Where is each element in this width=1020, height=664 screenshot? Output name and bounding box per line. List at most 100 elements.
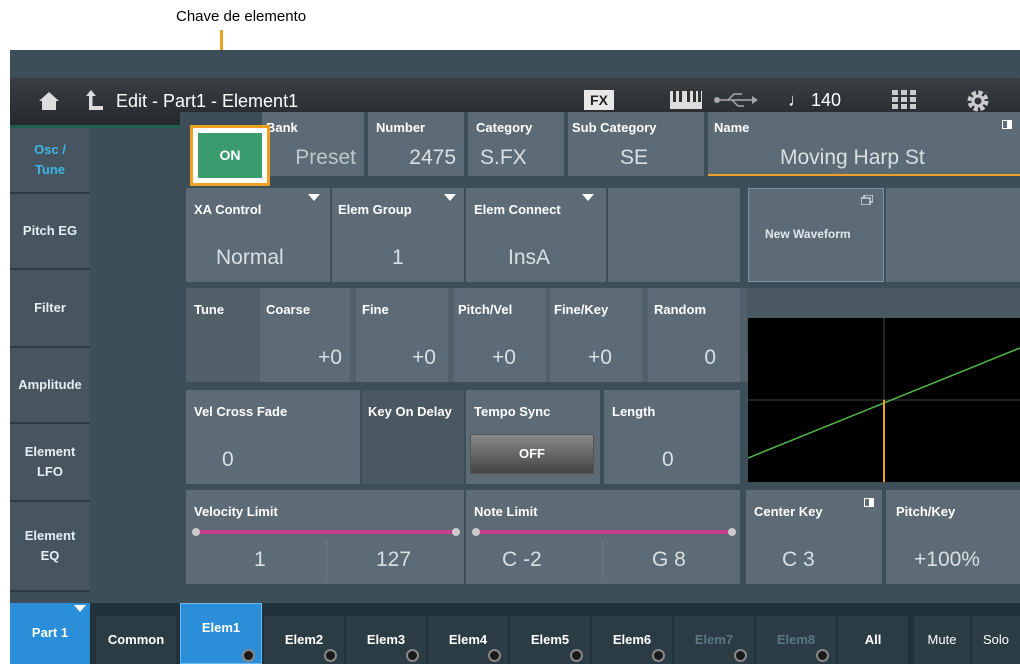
pitch-vel-cell[interactable]: Pitch/Vel +0 bbox=[454, 288, 546, 382]
back-arrow-icon[interactable] bbox=[84, 89, 104, 111]
header-title: Edit - Part1 - Element1 bbox=[116, 91, 299, 111]
element-switch-highlight: ON bbox=[190, 125, 270, 186]
element-switch-on-button[interactable]: ON bbox=[196, 131, 264, 180]
dropdown-icon bbox=[74, 605, 86, 612]
dropdown-icon bbox=[308, 194, 320, 201]
xa-control-cell[interactable]: XA Control Normal bbox=[186, 188, 330, 282]
fine-label: Fine bbox=[362, 302, 389, 317]
key-on-delay-label: Key On Delay bbox=[368, 404, 452, 419]
center-key-cell[interactable]: Center Key C 3 bbox=[746, 490, 882, 584]
pitch-key-value: +100% bbox=[914, 548, 980, 571]
tab-amplitude[interactable]: Amplitude bbox=[10, 348, 90, 424]
fine-key-cell[interactable]: Fine/Key +0 bbox=[550, 288, 642, 382]
name-cell[interactable]: Name Moving Harp St bbox=[708, 112, 1020, 176]
solo-label: Solo bbox=[982, 632, 1010, 647]
name-label: Name bbox=[714, 120, 750, 135]
vel-cross-fade-label: Vel Cross Fade bbox=[194, 404, 288, 419]
tab-pitch-eg[interactable]: Pitch EG bbox=[10, 194, 90, 270]
center-key-label: Center Key bbox=[754, 504, 823, 519]
note-range-bar[interactable] bbox=[474, 530, 732, 534]
tab-elem5-label: Elem5 bbox=[530, 632, 570, 647]
xa-control-label: XA Control bbox=[194, 202, 262, 217]
mute-button[interactable]: Mute bbox=[914, 616, 970, 664]
element-led bbox=[488, 649, 501, 662]
fx-indicator[interactable]: FX bbox=[584, 90, 614, 110]
velocity-high-value[interactable]: 127 bbox=[376, 548, 411, 572]
tab-all[interactable]: All bbox=[838, 616, 908, 664]
note-low-value[interactable]: C -2 bbox=[502, 548, 542, 572]
element-led bbox=[324, 649, 337, 662]
subcategory-cell[interactable]: Sub Category SE bbox=[568, 112, 704, 176]
grid-icon[interactable] bbox=[892, 90, 916, 110]
elem-group-label: Elem Group bbox=[338, 202, 412, 217]
keyboard-icon[interactable] bbox=[670, 91, 702, 109]
range-handle-high[interactable] bbox=[452, 528, 460, 536]
tab-elem2-label: Elem2 bbox=[284, 632, 324, 647]
length-cell[interactable]: Length 0 bbox=[604, 390, 740, 484]
tab-common-label: Common bbox=[107, 632, 165, 647]
tempo-sync-toggle[interactable]: OFF bbox=[470, 434, 594, 474]
key-on-delay-header: Key On Delay bbox=[362, 390, 464, 484]
random-value: 0 bbox=[704, 346, 716, 369]
category-value: S.FX bbox=[480, 146, 527, 169]
velocity-limit-cell[interactable]: Velocity Limit 1 127 bbox=[186, 490, 464, 584]
range-handle-low[interactable] bbox=[192, 528, 200, 536]
coarse-cell[interactable]: Coarse +0 bbox=[260, 288, 350, 382]
pitch-vel-label: Pitch/Vel bbox=[458, 302, 513, 317]
note-high-value[interactable]: G 8 bbox=[652, 548, 686, 572]
tab-osc-tune[interactable]: Osc / Tune bbox=[10, 128, 90, 194]
elem-connect-cell[interactable]: Elem Connect InsA bbox=[466, 188, 606, 282]
tab-elem4-label: Elem4 bbox=[448, 632, 488, 647]
number-label: Number bbox=[376, 120, 426, 135]
usb-icon bbox=[714, 93, 758, 107]
element-led bbox=[652, 649, 665, 662]
solo-button[interactable]: Solo bbox=[972, 616, 1020, 664]
tab-elem8-label: Elem8 bbox=[776, 632, 816, 647]
category-label: Category bbox=[476, 120, 533, 135]
part-selector[interactable]: Part 1 bbox=[10, 603, 90, 664]
velocity-range-bar[interactable] bbox=[194, 530, 456, 534]
divider bbox=[326, 542, 327, 580]
tempo-sync-label: Tempo Sync bbox=[474, 404, 551, 419]
number-cell[interactable]: Number 2475 bbox=[368, 112, 464, 176]
range-handle-high[interactable] bbox=[728, 528, 736, 536]
pitch-vel-value: +0 bbox=[492, 346, 516, 369]
random-label: Random bbox=[654, 302, 706, 317]
empty-cell bbox=[608, 188, 740, 282]
tab-all-label: All bbox=[864, 632, 882, 647]
tab-element-eq-label: Element EQ bbox=[24, 528, 76, 563]
gear-icon[interactable] bbox=[966, 89, 990, 113]
note-limit-cell[interactable]: Note Limit C -2 G 8 bbox=[466, 490, 740, 584]
elem-connect-label: Elem Connect bbox=[474, 202, 561, 217]
empty-cell-2 bbox=[886, 188, 1020, 282]
new-waveform-label: New Waveform bbox=[765, 227, 851, 241]
tab-elem3-label: Elem3 bbox=[366, 632, 406, 647]
tab-elem7-label: Elem7 bbox=[694, 632, 734, 647]
new-waveform-button[interactable]: New Waveform bbox=[748, 188, 884, 282]
home-icon[interactable] bbox=[38, 90, 60, 112]
subcategory-label: Sub Category bbox=[572, 120, 657, 135]
mute-label: Mute bbox=[927, 632, 957, 647]
tab-common[interactable]: Common bbox=[96, 616, 176, 664]
tempo-sync-cell[interactable]: Tempo Sync OFF bbox=[466, 390, 600, 484]
elem-group-cell[interactable]: Elem Group 1 bbox=[332, 188, 464, 282]
fine-cell[interactable]: Fine +0 bbox=[356, 288, 448, 382]
range-handle-low[interactable] bbox=[472, 528, 480, 536]
tab-filter[interactable]: Filter bbox=[10, 270, 90, 348]
keyboard-select-icon bbox=[864, 498, 874, 507]
tab-element-lfo[interactable]: Element LFO bbox=[10, 424, 90, 502]
keyboard-edit-icon bbox=[1002, 120, 1012, 129]
bank-cell[interactable]: Bank Preset bbox=[262, 112, 364, 176]
tab-element-eq[interactable]: Element EQ bbox=[10, 502, 90, 592]
tab-element-lfo-label: Element LFO bbox=[24, 444, 76, 479]
pitch-key-cell[interactable]: Pitch/Key +100% bbox=[886, 490, 1020, 584]
element-led bbox=[406, 649, 419, 662]
dropdown-icon bbox=[582, 194, 594, 201]
vel-cross-fade-cell[interactable]: Vel Cross Fade 0 bbox=[186, 390, 360, 484]
random-cell[interactable]: Random 0 bbox=[648, 288, 740, 382]
tempo-display[interactable]: ♩ 140 bbox=[788, 90, 841, 111]
coarse-label: Coarse bbox=[266, 302, 311, 317]
popup-icon bbox=[861, 195, 873, 205]
velocity-low-value[interactable]: 1 bbox=[254, 548, 266, 572]
category-cell[interactable]: Category S.FX bbox=[468, 112, 564, 176]
